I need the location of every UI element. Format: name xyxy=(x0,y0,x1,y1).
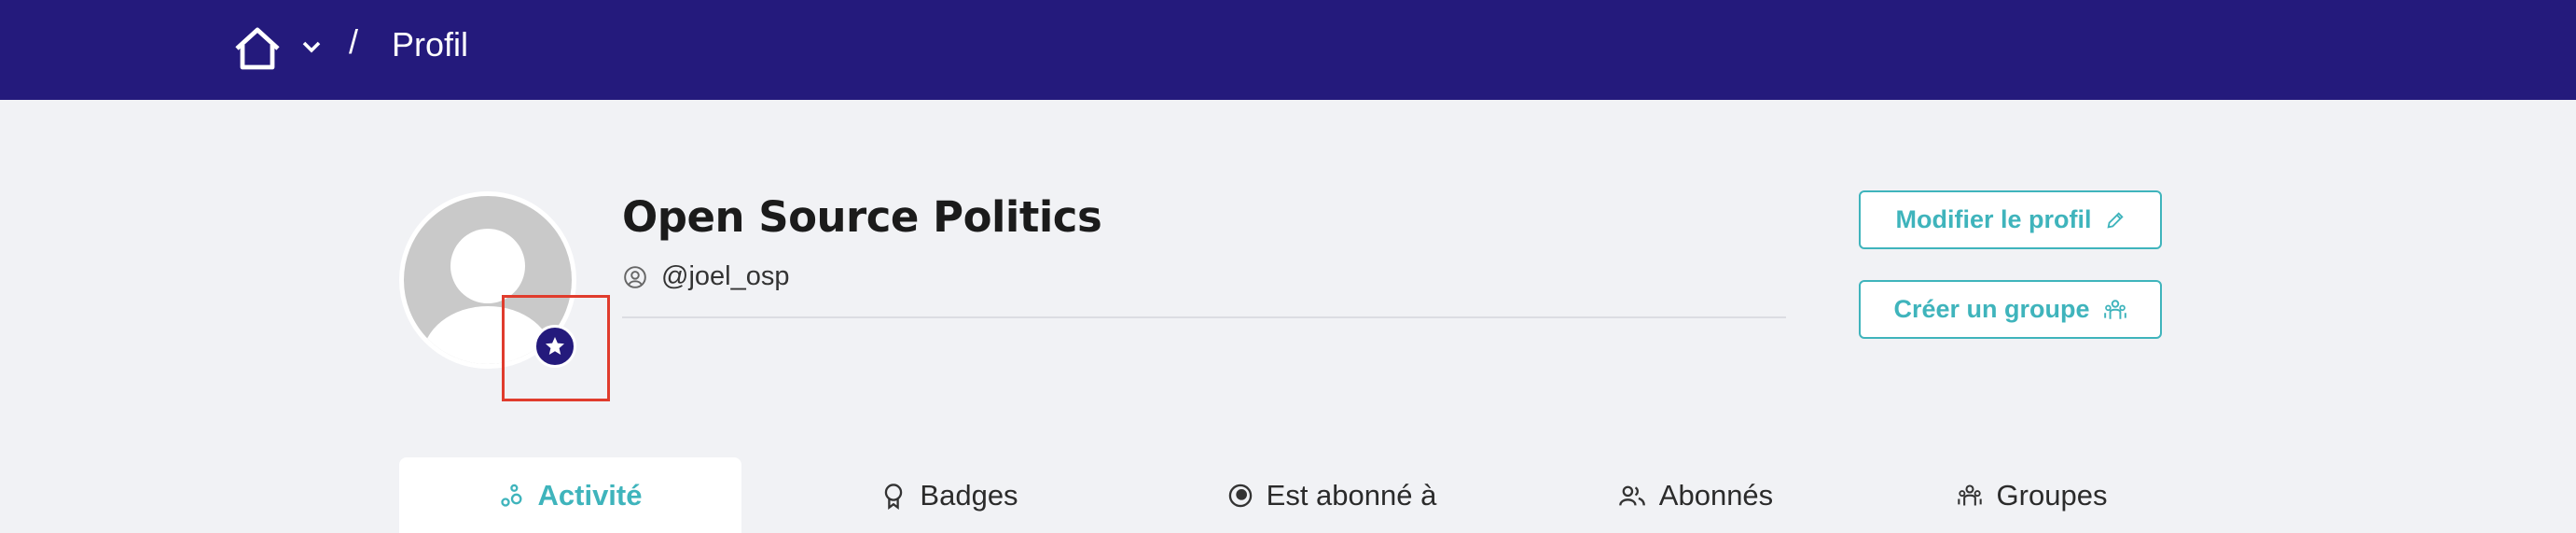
pencil-icon xyxy=(2106,211,2124,229)
profile-tabs: Activité Badges Est abonné à Abonnés Gro… xyxy=(399,457,2171,533)
tab-label: Groupes xyxy=(1996,478,2108,512)
breadcrumb-separator: / xyxy=(349,22,359,61)
tab-label: Badges xyxy=(920,478,1018,512)
annotation-highlight-box xyxy=(502,295,610,401)
edit-profile-button[interactable]: Modifier le profil xyxy=(1859,190,2162,249)
tab-label: Abonnés xyxy=(1658,478,1774,512)
breadcrumb-current: Profil xyxy=(392,25,469,63)
following-icon xyxy=(1228,484,1252,507)
followers-icon xyxy=(1618,485,1645,506)
group-icon xyxy=(2103,299,2126,319)
groups-icon xyxy=(1957,484,1982,505)
home-icon[interactable] xyxy=(233,26,282,71)
tab-label: Activité xyxy=(537,478,643,512)
profile-name: Open Source Politics xyxy=(622,192,1102,242)
profile-nickname: @joel_osp xyxy=(661,261,790,291)
divider xyxy=(622,316,1786,318)
tab-label: Est abonné à xyxy=(1266,478,1437,512)
top-navbar: / Profil xyxy=(0,0,2576,100)
badge-icon xyxy=(885,483,903,510)
tab-followers[interactable]: Abonnés xyxy=(1556,457,1835,533)
edit-profile-label: Modifier le profil xyxy=(1895,205,2092,233)
tab-activity[interactable]: Activité xyxy=(399,457,741,533)
user-circle-icon xyxy=(624,266,646,288)
create-group-button[interactable]: Créer un groupe xyxy=(1859,280,2162,339)
activity-icon xyxy=(500,484,521,507)
create-group-label: Créer un groupe xyxy=(1893,295,2090,323)
tab-following[interactable]: Est abonné à xyxy=(1155,457,1509,533)
tab-badges[interactable]: Badges xyxy=(810,457,1089,533)
tab-groups[interactable]: Groupes xyxy=(1891,457,2171,533)
chevron-down-icon[interactable] xyxy=(302,39,321,54)
